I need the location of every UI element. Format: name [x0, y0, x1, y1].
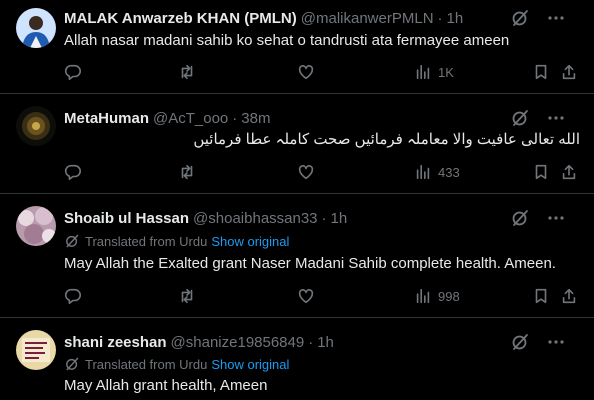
grok-icon[interactable]	[510, 108, 530, 128]
reply-button[interactable]	[64, 163, 82, 181]
separator: ·	[437, 9, 443, 27]
grok-icon[interactable]	[510, 8, 530, 28]
bookmark-icon	[535, 64, 547, 80]
like-button[interactable]	[297, 163, 315, 181]
translation-notice: Translated from Urdu Show original	[64, 356, 289, 372]
share-button[interactable]	[560, 287, 578, 305]
share-button[interactable]	[560, 63, 578, 81]
author-name[interactable]: shani zeeshan	[64, 334, 167, 351]
retweet-icon	[181, 64, 193, 80]
avatar[interactable]	[16, 206, 56, 246]
tweet[interactable]: Shoaib ul Hassan @shoaibhassan33 · 1h Tr…	[0, 194, 594, 318]
tweet-text: May Allah the Exalted grant Naser Madani…	[64, 255, 556, 272]
separator: ·	[308, 333, 314, 351]
more-icon[interactable]	[546, 208, 566, 228]
bookmark-button[interactable]	[532, 163, 550, 181]
share-icon	[562, 288, 576, 304]
reply-button[interactable]	[64, 63, 82, 81]
timestamp[interactable]: 1h	[317, 334, 334, 351]
show-original-link[interactable]: Show original	[211, 234, 289, 249]
reply-icon	[64, 164, 81, 181]
more-icon[interactable]	[546, 332, 566, 352]
like-icon	[298, 289, 314, 304]
timestamp[interactable]: 38m	[241, 110, 270, 127]
bookmark-icon	[535, 288, 547, 304]
bookmark-button[interactable]	[532, 287, 550, 305]
separator: ·	[321, 209, 327, 227]
show-original-link[interactable]: Show original	[211, 357, 289, 372]
translate-icon	[66, 357, 79, 371]
action-bar: 433	[64, 163, 578, 183]
author-name[interactable]: MetaHuman	[64, 110, 149, 127]
tweet[interactable]: MALAK Anwarzeb KHAN (PMLN) @malikanwerPM…	[0, 0, 594, 94]
more-icon[interactable]	[546, 108, 566, 128]
views-icon	[416, 288, 430, 304]
action-bar: 998	[64, 287, 578, 307]
views-icon	[416, 164, 430, 180]
tweet-text: الله تعالی عافیت والا معاملہ فرمائیں صحت…	[193, 131, 580, 148]
author-handle[interactable]: @shoaibhassan33	[193, 210, 317, 227]
author-name[interactable]: Shoaib ul Hassan	[64, 210, 189, 227]
separator: ·	[232, 109, 238, 127]
retweet-button[interactable]	[178, 163, 196, 181]
timestamp[interactable]: 1h	[447, 10, 464, 27]
author-handle[interactable]: @shanize19856849	[171, 334, 305, 351]
avatar[interactable]	[16, 106, 56, 146]
share-button[interactable]	[560, 163, 578, 181]
avatar[interactable]	[16, 8, 56, 48]
bookmark-button[interactable]	[532, 63, 550, 81]
reply-icon	[64, 64, 81, 81]
retweet-icon	[181, 288, 193, 304]
views-count: 433	[438, 164, 460, 180]
action-bar: 1K	[64, 63, 578, 83]
translation-notice: Translated from Urdu Show original	[64, 233, 289, 249]
grok-icon[interactable]	[510, 208, 530, 228]
grok-icon[interactable]	[510, 332, 530, 352]
translated-label: Translated from Urdu	[85, 233, 208, 249]
share-icon	[562, 64, 576, 80]
reply-button[interactable]	[64, 287, 82, 305]
views-button[interactable]: 1K	[414, 63, 454, 81]
retweet-button[interactable]	[178, 63, 196, 81]
retweet-icon	[181, 164, 193, 180]
more-icon[interactable]	[546, 8, 566, 28]
avatar[interactable]	[16, 330, 56, 370]
translated-label: Translated from Urdu	[85, 356, 208, 372]
share-icon	[562, 164, 576, 180]
author-handle[interactable]: @malikanwerPMLN	[301, 10, 434, 27]
author-name[interactable]: MALAK Anwarzeb KHAN (PMLN)	[64, 10, 297, 27]
like-button[interactable]	[297, 287, 315, 305]
like-icon	[298, 165, 314, 180]
views-count: 998	[438, 288, 460, 304]
views-button[interactable]: 433	[414, 163, 460, 181]
tweet-text: Allah nasar madani sahib ko sehat o tand…	[64, 32, 510, 49]
timestamp[interactable]: 1h	[331, 210, 348, 227]
translate-icon	[66, 234, 79, 248]
reply-icon	[64, 288, 81, 305]
tweet[interactable]: shani zeeshan @shanize19856849 · 1h Tran…	[0, 318, 594, 400]
views-icon	[416, 64, 430, 80]
bookmark-icon	[535, 164, 547, 180]
like-icon	[298, 65, 314, 80]
tweet-text: May Allah grant health, Ameen	[64, 377, 268, 394]
like-button[interactable]	[297, 63, 315, 81]
tweet[interactable]: MetaHuman @AcT_ooo · 38m الله تعالی عافی…	[0, 94, 594, 194]
retweet-button[interactable]	[178, 287, 196, 305]
views-count: 1K	[438, 64, 454, 80]
author-handle[interactable]: @AcT_ooo	[153, 110, 228, 127]
views-button[interactable]: 998	[414, 287, 460, 305]
